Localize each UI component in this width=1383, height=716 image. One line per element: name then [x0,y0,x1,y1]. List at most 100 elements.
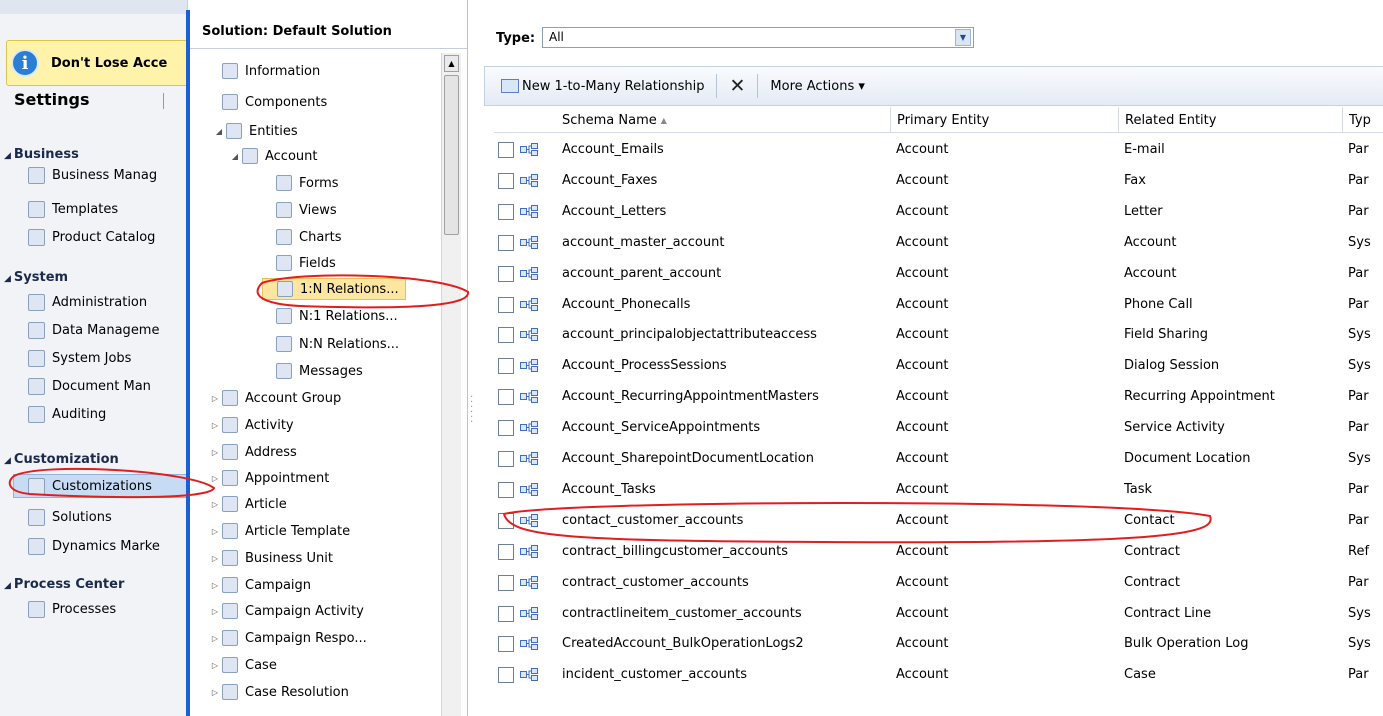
table-row[interactable]: account_master_account Account Account Sys [498,227,1383,258]
scroll-up-icon[interactable]: ▲ [444,55,459,72]
row-checkbox[interactable] [498,512,514,529]
table-row[interactable]: Account_ServiceAppointments Account Servic… [498,412,1383,443]
collapse-icon[interactable]: ◢ [228,152,242,161]
expand-icon[interactable]: ▷ [208,394,222,403]
row-checkbox[interactable] [498,636,514,653]
row-checkbox[interactable] [498,327,514,344]
nav-customizations[interactable]: Customizations [13,474,187,498]
row-checkbox[interactable] [498,451,514,467]
expand-icon[interactable]: ▷ [208,581,222,590]
row-checkbox[interactable] [498,296,514,313]
home-icon[interactable] [163,93,179,109]
scroll-thumb[interactable] [444,75,459,235]
table-row[interactable]: Account_Emails Account E-mail Par [498,134,1383,165]
table-row[interactable]: Account_ProcessSessions Account Dialog Ses… [498,350,1383,381]
tree-node[interactable]: N:1 Relations... [262,305,398,327]
table-row[interactable]: contract_billingcustomer_accounts Account… [498,536,1383,567]
tree-node[interactable]: ▷ Article Template [208,520,350,542]
splitter-handle[interactable]: · · · · · · [470,393,473,428]
nav-solutions[interactable]: Solutions [28,505,187,529]
table-row[interactable]: Account_RecurringAppointmentMasters Accou… [498,381,1383,412]
expand-icon[interactable]: ▷ [208,688,222,697]
nav-business-management[interactable]: Business Manag [28,163,187,187]
tree-node[interactable]: ▷ Business Unit [208,547,333,569]
tree-node[interactable]: Views [262,199,337,221]
row-checkbox[interactable] [498,358,514,375]
row-checkbox[interactable] [498,574,514,591]
tree-node[interactable]: ▷ Article [208,493,287,515]
row-checkbox[interactable] [498,203,514,220]
nav-administration[interactable]: Administration [28,290,187,314]
column-header-type[interactable]: Typ [1342,107,1383,133]
section-business[interactable]: ◢ Business [4,147,79,162]
section-process-center[interactable]: ◢ Process Center [4,577,124,592]
tree-node[interactable]: Information [208,60,320,82]
table-row[interactable]: Account_Tasks Account Task Par [498,474,1383,505]
row-checkbox[interactable] [498,234,514,251]
column-header-schema-name[interactable]: Schema Name ▲ [556,107,890,133]
row-checkbox[interactable] [498,543,514,560]
collapse-icon[interactable]: ◢ [212,127,226,136]
tree-node[interactable]: ▷ Address [208,441,297,463]
row-checkbox[interactable] [498,172,514,189]
nav-system-jobs[interactable]: System Jobs [28,346,187,370]
row-checkbox[interactable] [498,667,514,684]
nav-product-catalog[interactable]: Product Catalog [28,225,187,249]
table-row[interactable]: contact_customer_accounts Account Contact P… [498,505,1383,536]
section-customization[interactable]: ◢ Customization [4,452,119,467]
tree-node[interactable]: Messages [262,360,363,382]
delete-icon[interactable]: ✕ [729,75,745,97]
tree-node[interactable]: ▷ Case Resolution [208,681,349,703]
table-row[interactable]: incident_customer_accounts Account Case Par [498,659,1383,690]
notification-banner[interactable]: i Don't Lose Acce [6,40,187,86]
tree-node[interactable]: ▷ Campaign Respo... [208,627,367,649]
tree-node[interactable]: Fields [262,252,336,274]
expand-icon[interactable]: ▷ [208,421,222,430]
table-row[interactable]: contractlineitem_customer_accounts Accoun… [498,598,1383,629]
table-row[interactable]: contract_customer_accounts Account Contrac… [498,567,1383,598]
table-row[interactable]: Account_SharepointDocumentLocation Accoun… [498,443,1383,474]
section-system[interactable]: ◢ System [4,270,68,285]
expand-icon[interactable]: ▷ [208,661,222,670]
expand-icon[interactable]: ▷ [208,500,222,509]
chevron-down-icon[interactable]: ▼ [955,29,971,46]
expand-icon[interactable]: ▷ [208,474,222,483]
tree-node[interactable]: ▷ Activity [208,414,294,436]
tree-node[interactable]: Components [208,91,327,113]
nav-processes[interactable]: Processes [28,597,187,621]
row-checkbox[interactable] [498,142,514,158]
expand-icon[interactable]: ▷ [208,554,222,563]
column-header-primary-entity[interactable]: Primary Entity [890,107,1118,133]
nav-data-management[interactable]: Data Manageme [28,318,187,342]
tree-scrollbar[interactable]: ▲ [441,53,461,716]
tree-node[interactable]: 1:N Relations... [262,278,406,300]
table-row[interactable]: Account_Letters Account Letter Par [498,196,1383,227]
tree-node[interactable]: ◢ Entities [212,120,298,142]
tree-node[interactable]: ◢ Account [228,145,318,167]
row-checkbox[interactable] [498,481,514,498]
tree-node[interactable]: Forms [262,172,339,194]
row-checkbox[interactable] [498,265,514,282]
tree-node[interactable]: ▷ Campaign [208,574,311,596]
table-row[interactable]: CreatedAccount_BulkOperationLogs2 Account… [498,628,1383,659]
expand-icon[interactable]: ▷ [208,634,222,643]
row-checkbox[interactable] [498,389,514,406]
table-row[interactable]: Account_Phonecalls Account Phone Call Par [498,289,1383,320]
tree-node[interactable]: ▷ Campaign Activity [208,600,364,622]
nav-templates[interactable]: Templates [28,197,187,221]
nav-dynamics-marketplace[interactable]: Dynamics Marke [28,534,187,558]
table-row[interactable]: account_principalobjectattributeaccess Ac… [498,319,1383,350]
nav-auditing[interactable]: Auditing [28,402,187,426]
tree-node[interactable]: ▷ Appointment [208,467,329,489]
type-select[interactable]: All ▼ [542,27,974,48]
expand-icon[interactable]: ▷ [208,448,222,457]
table-row[interactable]: Account_Faxes Account Fax Par [498,165,1383,196]
new-relationship-button[interactable]: New 1-to-Many Relationship [522,79,704,94]
tree-node[interactable]: Charts [262,226,342,248]
column-header-related-entity[interactable]: Related Entity [1118,107,1342,133]
table-row[interactable]: account_parent_account Account Account Par [498,258,1383,289]
row-checkbox[interactable] [498,605,514,622]
tree-node[interactable]: ▷ Account Group [208,387,341,409]
more-actions-button[interactable]: More Actions ▾ [770,79,865,94]
tree-node[interactable]: N:N Relations... [262,333,399,355]
